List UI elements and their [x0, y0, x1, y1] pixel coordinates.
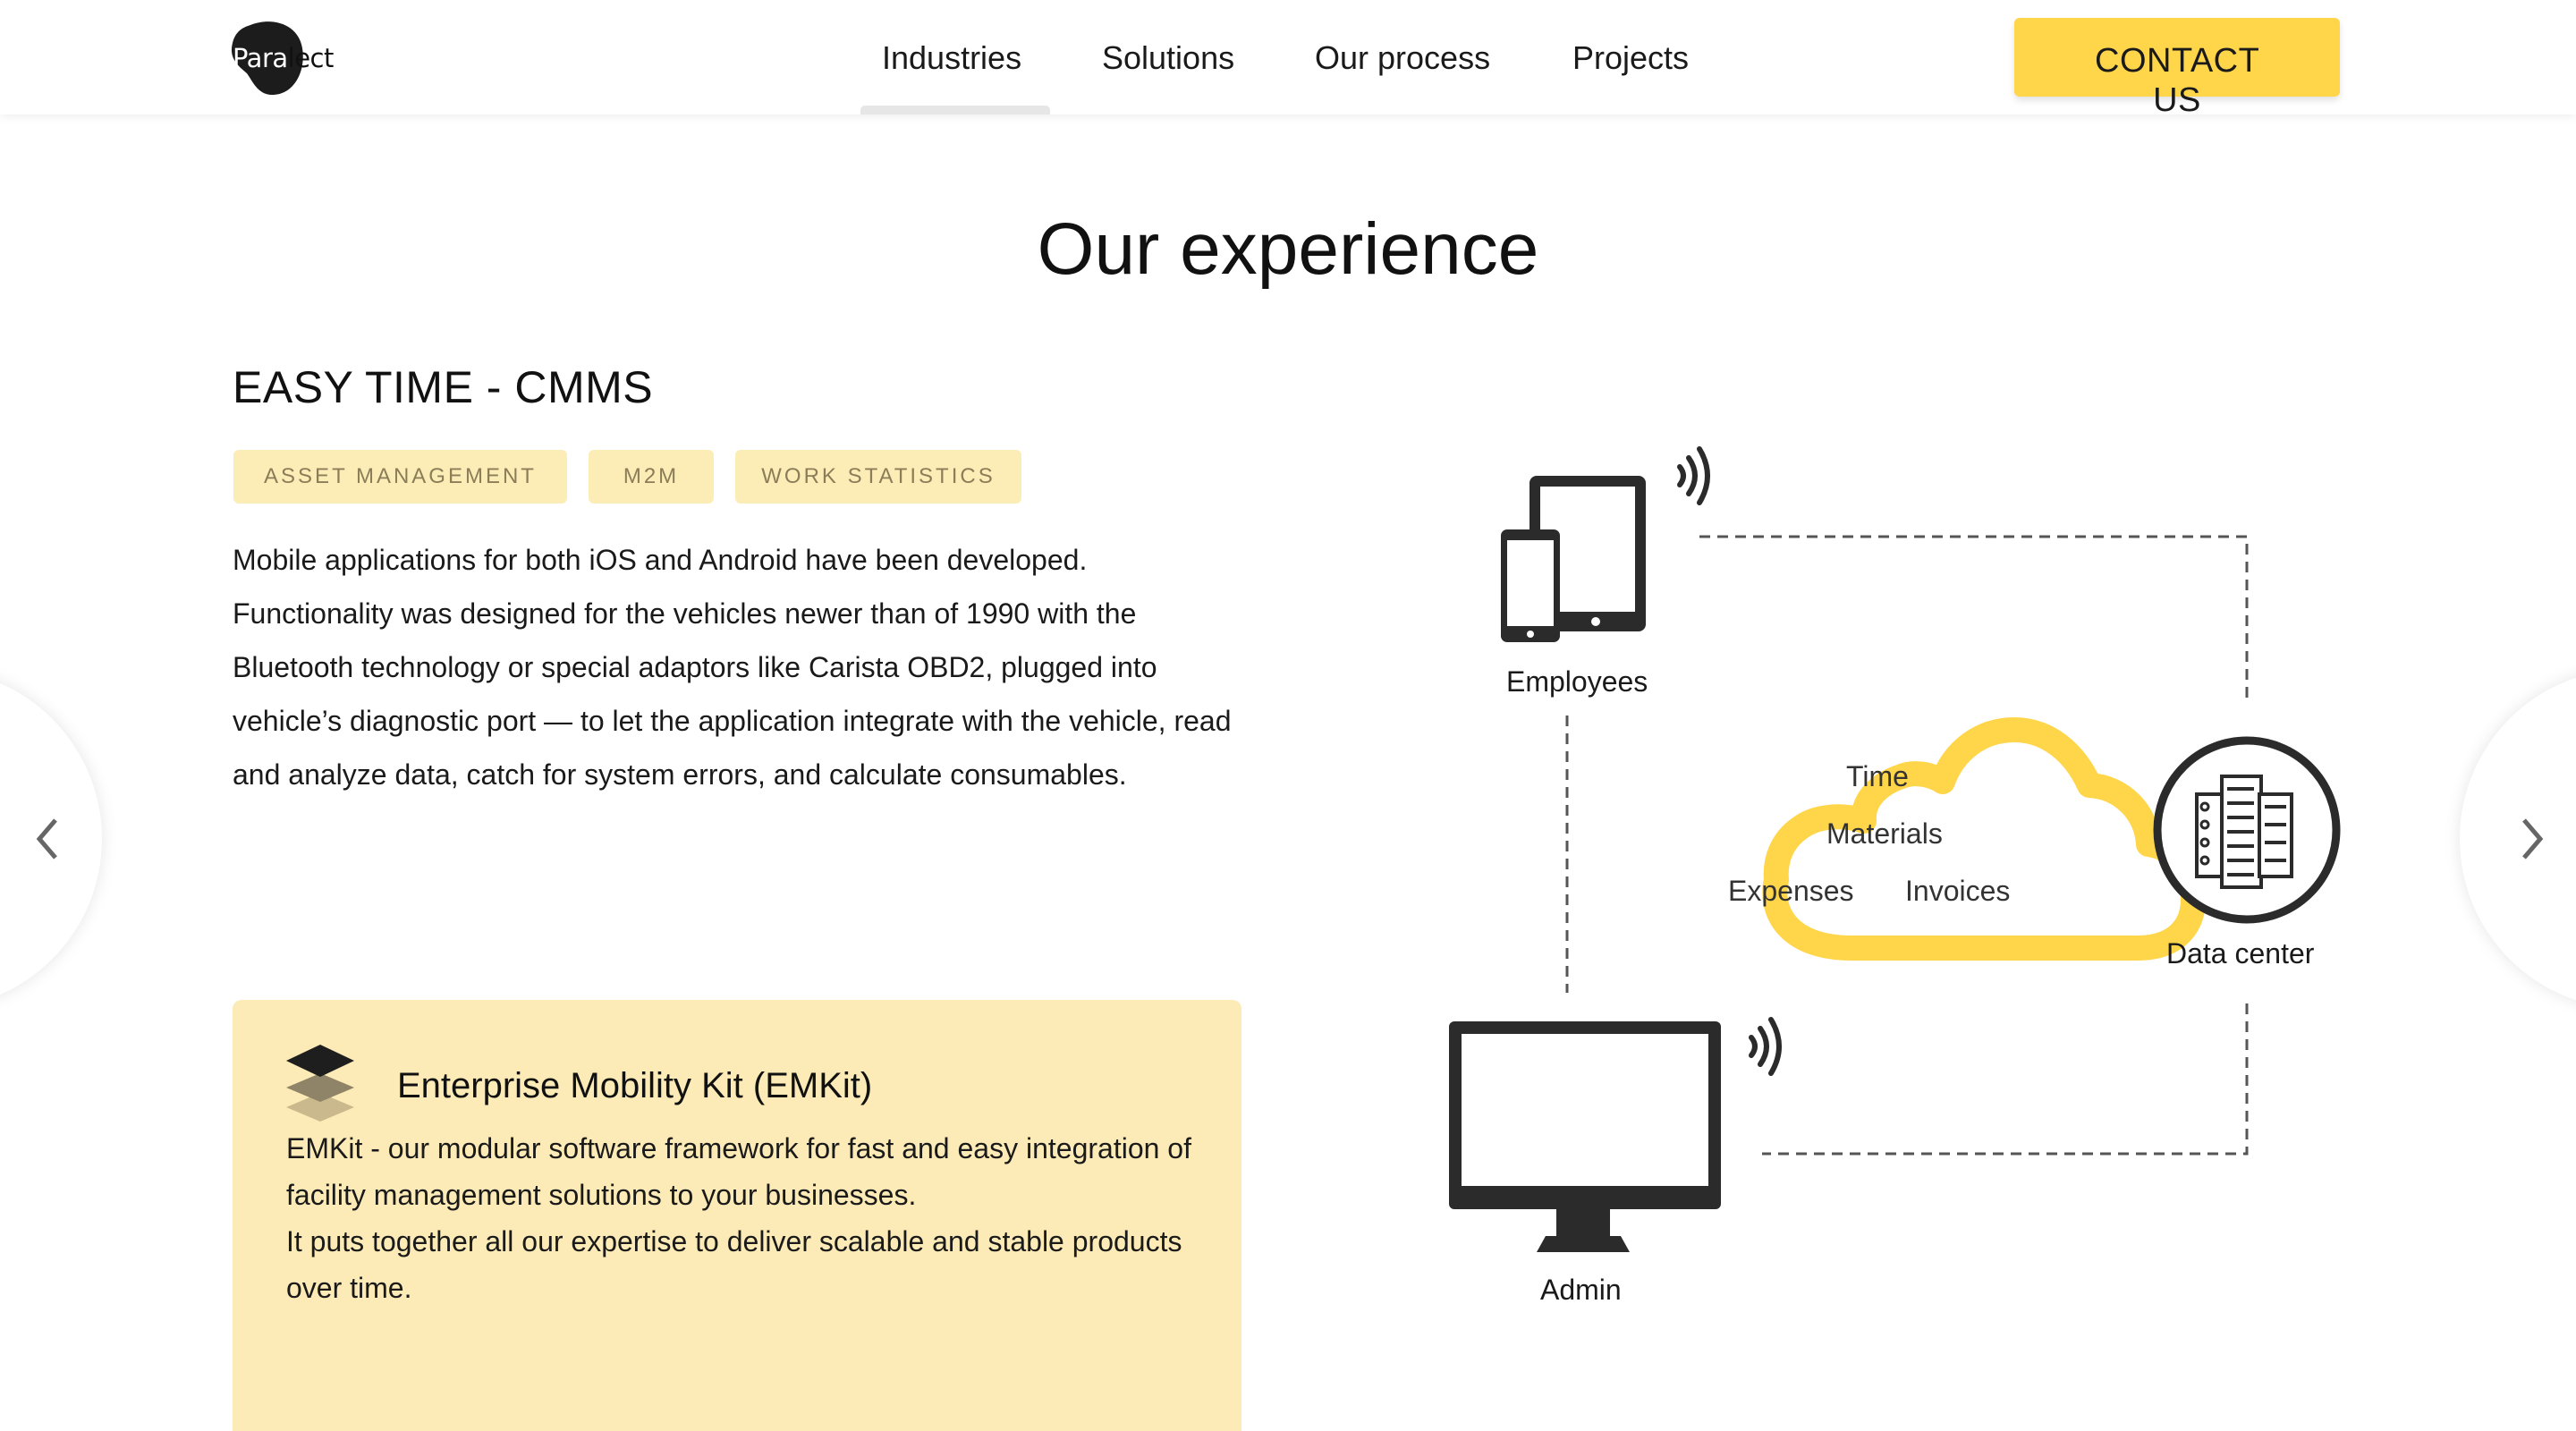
- chevron-right-icon: [2522, 818, 2544, 859]
- data-center-label: Data center: [2166, 937, 2315, 970]
- data-center-icon: [2153, 736, 2341, 924]
- emkit-line-1: EMKit - our modular software framework f…: [286, 1132, 1191, 1211]
- page: Paralect Industries Solutions Our proces…: [0, 0, 2576, 1431]
- employees-label: Employees: [1506, 665, 1648, 698]
- emkit-line-2: It puts together all our expertise to de…: [286, 1225, 1182, 1304]
- cloud-item-time: Time: [1846, 760, 1909, 792]
- section-title: Our experience: [1037, 208, 1539, 290]
- contact-us-label: CONTACT US: [2095, 42, 2260, 119]
- carousel-next-button[interactable]: [2460, 669, 2576, 1009]
- tag-work-statistics: WORK STATISTICS: [735, 450, 1021, 504]
- admin-label: Admin: [1540, 1274, 1622, 1306]
- tag-asset-management: ASSET MANAGEMENT: [233, 450, 567, 504]
- cloud-item-materials: Materials: [1826, 817, 1943, 850]
- emkit-title: Enterprise Mobility Kit (EMKit): [397, 1066, 873, 1105]
- diagram-graphics: [1449, 446, 2341, 1252]
- emkit-description: EMKit - our modular software framework f…: [286, 1125, 1199, 1311]
- tag-m2m: M2M: [589, 450, 714, 504]
- nav-active-indicator: [860, 106, 1050, 114]
- cloud-item-expenses: Expenses: [1728, 875, 1854, 907]
- carousel-prev-button[interactable]: [0, 669, 102, 1009]
- nav-item-industries[interactable]: Industries: [882, 39, 1021, 79]
- nav-item-our-process[interactable]: Our process: [1315, 39, 1490, 79]
- nav-item-solutions[interactable]: Solutions: [1102, 39, 1234, 79]
- cloud-item-invoices: Invoices: [1905, 875, 2011, 907]
- layers-icon: [286, 1045, 354, 1122]
- project-description: Mobile applications for both iOS and And…: [233, 544, 1232, 791]
- project-title: EASY TIME - CMMS: [233, 362, 654, 412]
- nav-item-projects[interactable]: Projects: [1572, 39, 1689, 79]
- logo[interactable]: Paralect: [227, 18, 343, 97]
- site-header: Paralect Industries Solutions Our proces…: [0, 0, 2576, 119]
- chevron-left-icon: [36, 818, 57, 859]
- architecture-diagram: Employees Data center Admin Time Materia…: [1395, 420, 2379, 1315]
- wireless-signal-icon: [1677, 446, 1710, 505]
- mobile-devices-icon: [1501, 476, 1646, 642]
- admin-wireless-signal-icon: [1749, 1017, 1782, 1076]
- logo-text: Paralect: [233, 43, 334, 73]
- contact-us-button[interactable]: CONTACT US: [2014, 18, 2340, 119]
- desktop-monitor-icon: [1449, 1021, 1721, 1252]
- emkit-card: Enterprise Mobility Kit (EMKit) EMKit - …: [233, 1000, 1241, 1431]
